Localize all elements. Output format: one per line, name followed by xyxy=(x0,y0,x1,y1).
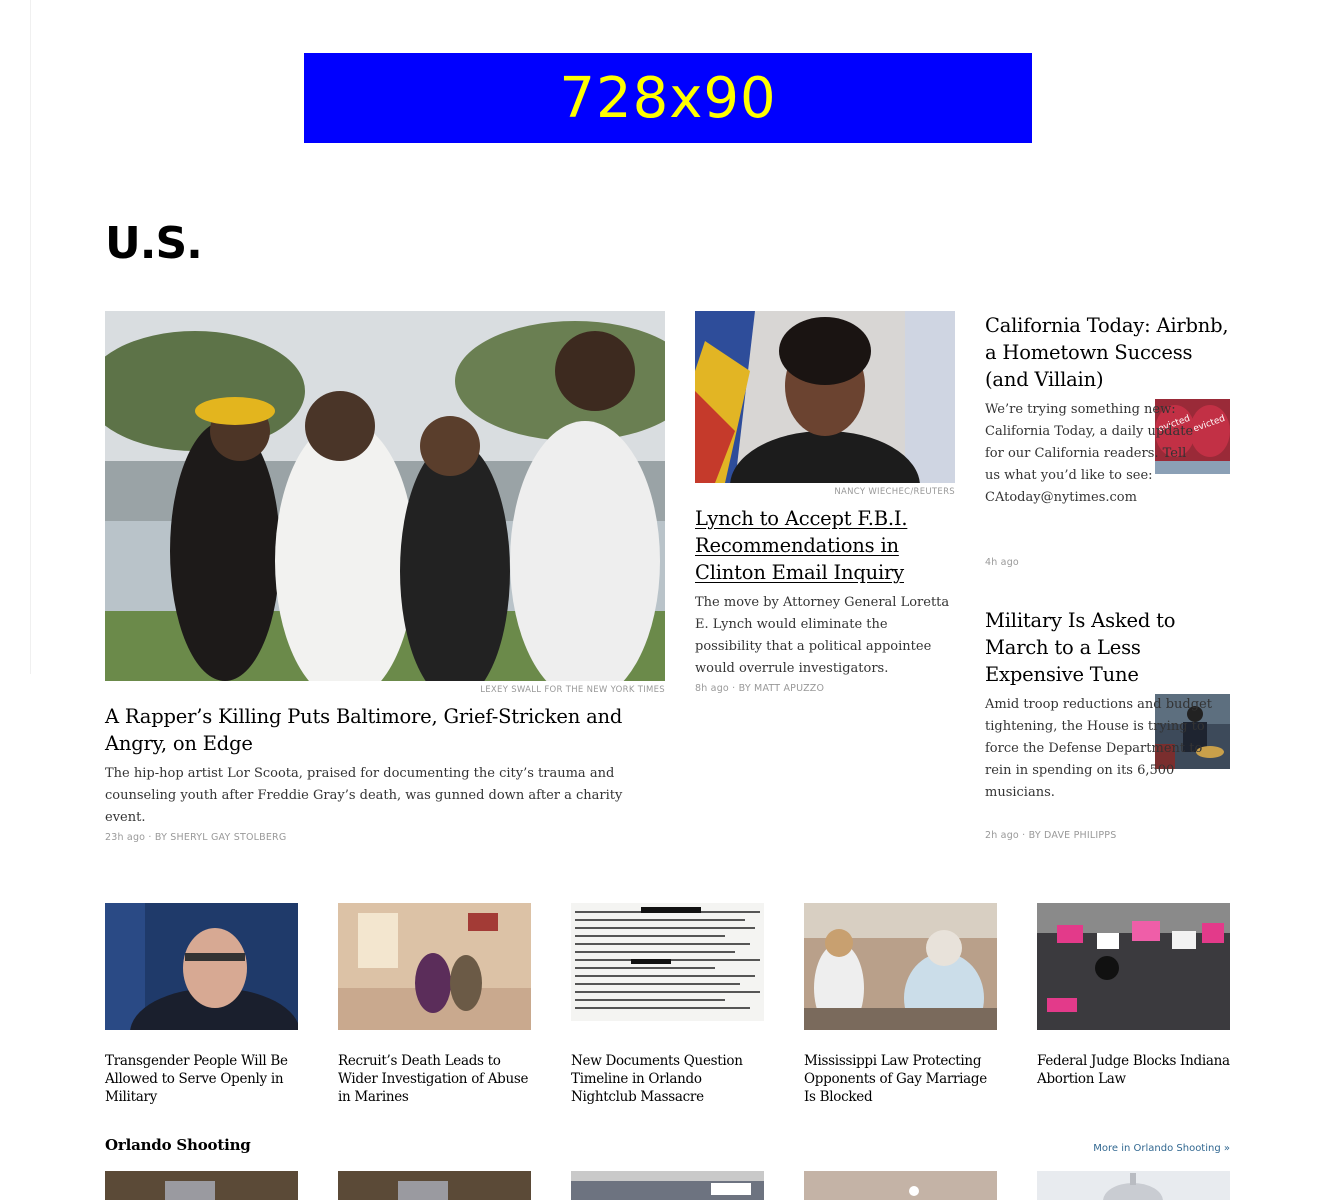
california-today-summary: We’re trying something new: California T… xyxy=(985,402,1194,505)
orlando-thumb[interactable] xyxy=(105,1171,298,1200)
story-card[interactable]: Federal Judge Blocks Indiana Abortion La… xyxy=(1037,903,1230,1088)
second-photo[interactable] xyxy=(695,311,955,483)
military-timestamp: 2h ago xyxy=(985,830,1019,841)
capitol-image xyxy=(1037,1171,1230,1200)
lead-headline[interactable]: A Rapper’s Killing Puts Baltimore, Grief… xyxy=(105,703,665,757)
story-title: Mississippi Law Protecting Opponents of … xyxy=(804,1053,987,1105)
mississippi-office-image xyxy=(804,903,997,1030)
orlando-thumb[interactable] xyxy=(1037,1171,1230,1200)
orlando-thumb[interactable] xyxy=(571,1171,764,1200)
military-summary: Amid troop reductions and budget tighten… xyxy=(985,697,1212,800)
story-title: Recruit’s Death Leads to Wider Investiga… xyxy=(338,1053,529,1105)
second-summary: The move by Attorney General Loretta E. … xyxy=(695,595,950,676)
story-image xyxy=(105,903,298,1030)
street-scene-image xyxy=(571,1171,764,1200)
story-card[interactable]: Transgender People Will Be Allowed to Se… xyxy=(105,903,298,1106)
story-card[interactable]: Recruit’s Death Leads to Wider Investiga… xyxy=(338,903,531,1106)
story-title: Transgender People Will Be Allowed to Se… xyxy=(105,1053,288,1105)
orlando-thumb[interactable] xyxy=(804,1171,997,1200)
story-card[interactable]: New Documents Question Timeline in Orlan… xyxy=(571,903,764,1106)
more-orlando-link[interactable]: More in Orlando Shooting » xyxy=(1093,1143,1230,1154)
second-author: By MATT APUZZO xyxy=(738,683,825,694)
subsection-title: Orlando Shooting xyxy=(105,1136,251,1154)
second-headline[interactable]: Lynch to Accept F.B.I. Recommendations i… xyxy=(695,505,955,586)
defense-secretary-image xyxy=(105,903,298,1030)
lead-photo[interactable] xyxy=(105,311,665,681)
second-photo-credit: NANCY WIECHEC/REUTERS xyxy=(834,487,955,497)
military-byline: 2h ago · By DAVE PHILIPPS xyxy=(985,830,1117,841)
military-author: By DAVE PHILIPPS xyxy=(1028,830,1117,841)
ad-label: 728x90 xyxy=(559,65,777,131)
california-today-byline: 4h ago xyxy=(985,557,1019,568)
story-card[interactable]: Mississippi Law Protecting Opponents of … xyxy=(804,903,997,1106)
california-today-timestamp: 4h ago xyxy=(985,557,1019,568)
california-today-headline[interactable]: California Today: Airbnb, a Hometown Suc… xyxy=(985,312,1235,393)
military-headline[interactable]: Military Is Asked to March to a Less Exp… xyxy=(985,607,1235,688)
second-byline: 8h ago · By MATT APUZZO xyxy=(695,683,825,694)
second-photo-illustration xyxy=(695,311,955,483)
story-title: New Documents Question Timeline in Orlan… xyxy=(571,1053,743,1105)
second-timestamp: 8h ago xyxy=(695,683,729,694)
story-title: Federal Judge Blocks Indiana Abortion La… xyxy=(1037,1053,1230,1087)
lead-photo-credit: LEXEY SWALL FOR THE NEW YORK TIMES xyxy=(480,685,665,695)
lead-photo-illustration xyxy=(105,311,665,681)
recruit-family-image xyxy=(338,903,531,1030)
lead-timestamp: 23h ago xyxy=(105,832,146,843)
section-title: U.S. xyxy=(105,218,203,269)
story-image xyxy=(571,903,764,1030)
lead-byline: 23h ago · By SHERYL GAY STOLBERG xyxy=(105,832,287,843)
story-image xyxy=(804,903,997,1030)
indiana-protest-image xyxy=(1037,903,1230,1030)
left-rail xyxy=(0,0,31,674)
ad-banner[interactable]: 728x90 xyxy=(304,53,1032,143)
lead-author: By SHERYL GAY STOLBERG xyxy=(154,832,287,843)
interior-image xyxy=(804,1171,997,1200)
story-image xyxy=(1037,903,1230,1030)
story-image xyxy=(338,903,531,1030)
orlando-thumb[interactable] xyxy=(338,1171,531,1200)
documents-image xyxy=(571,903,764,1030)
memorial-image xyxy=(338,1171,531,1200)
lead-summary: The hip-hop artist Lor Scoota, praised f… xyxy=(105,766,623,825)
memorial-image xyxy=(105,1171,298,1200)
